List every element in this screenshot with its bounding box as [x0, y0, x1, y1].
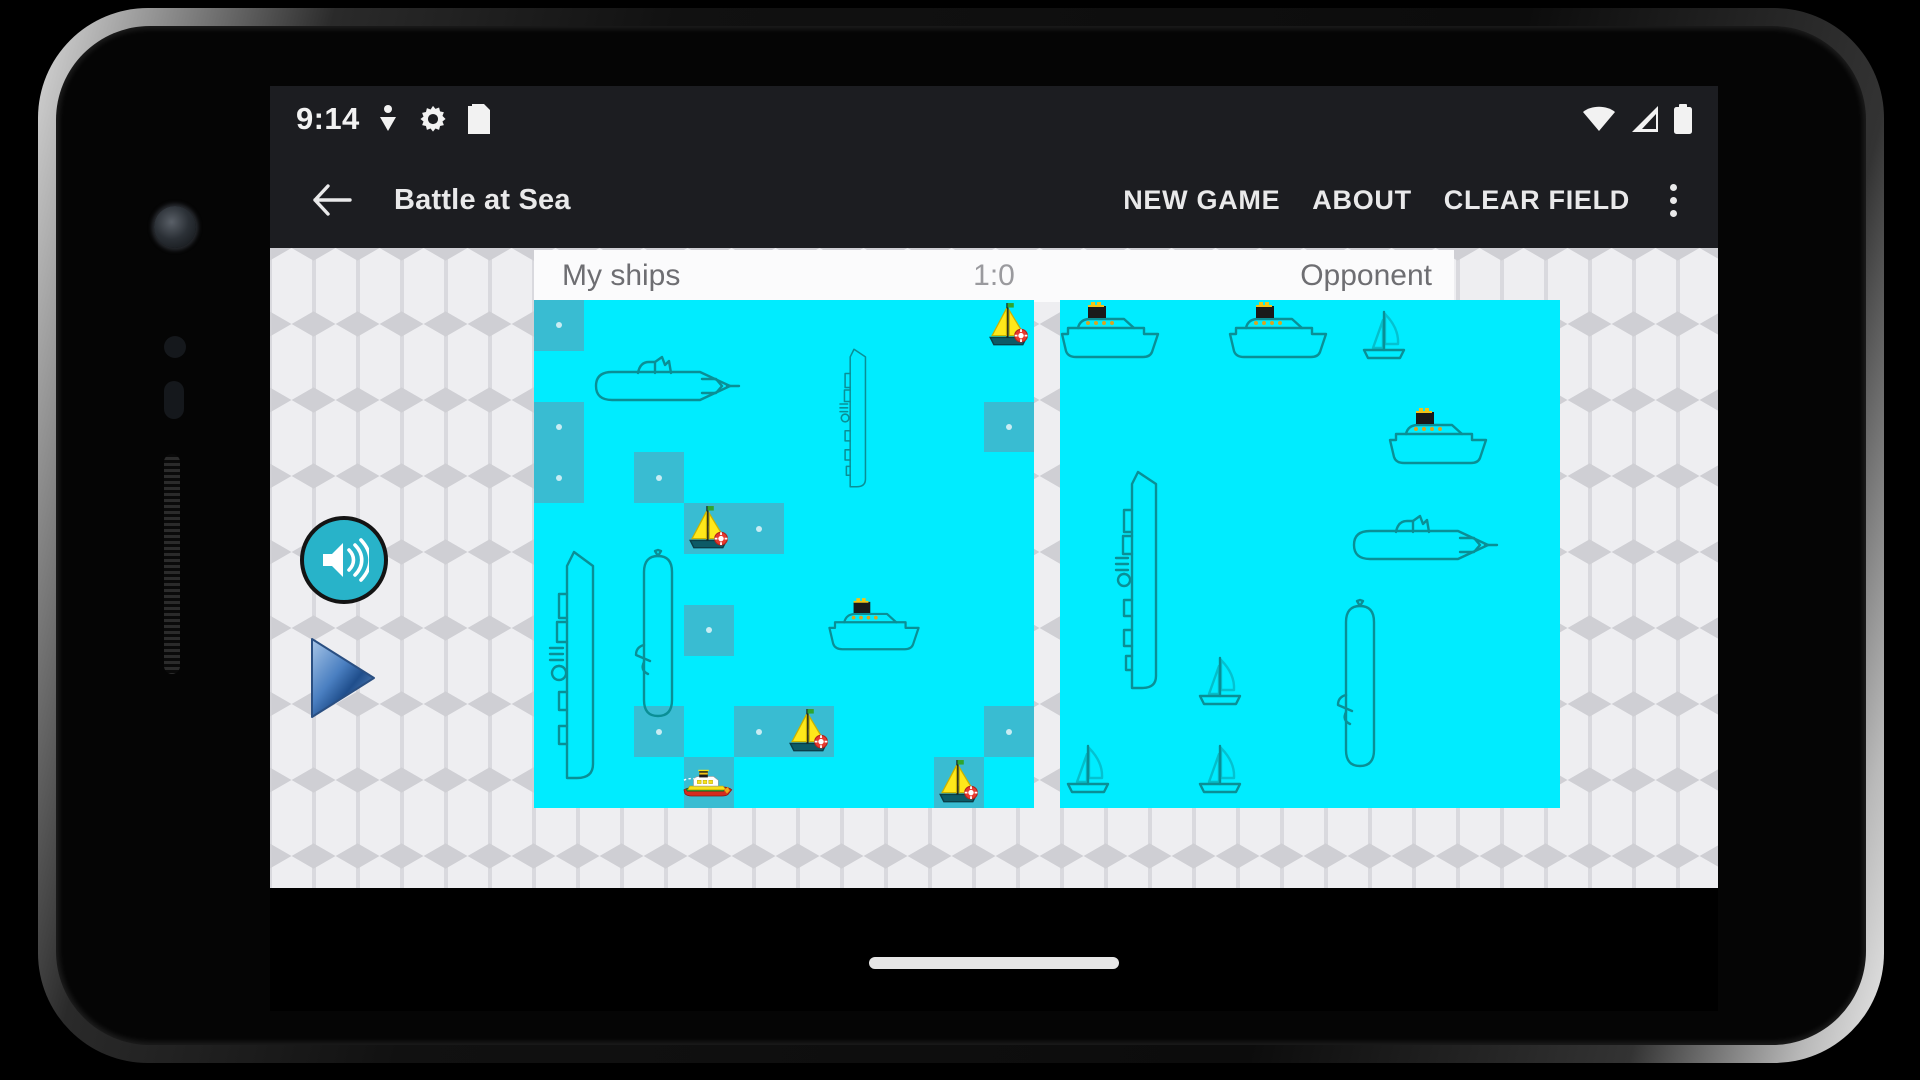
play-triangle-icon [311, 638, 375, 718]
submarine-vertical-icon[interactable] [1336, 598, 1384, 780]
speaker-volume-icon [323, 538, 369, 582]
status-left-icons [378, 104, 490, 134]
about-button[interactable]: ABOUT [1296, 175, 1428, 226]
opponent-label: Opponent [1300, 259, 1432, 292]
sailboat-small-icon[interactable] [1196, 740, 1246, 798]
sunk-sailboat-icon[interactable] [983, 300, 1034, 352]
sensor-pill-icon [164, 381, 184, 419]
page-title: Battle at Sea [394, 183, 571, 216]
score-value: 1:0 [973, 259, 1015, 292]
miss-cell[interactable] [534, 300, 584, 351]
speaker-grille-icon [164, 454, 180, 674]
motorboat-horizontal-icon[interactable] [824, 598, 924, 652]
motorboat-horizontal-icon[interactable] [1228, 302, 1328, 360]
miss-cell[interactable] [684, 604, 734, 656]
battery-icon [1674, 104, 1692, 134]
gear-icon [420, 105, 446, 132]
game-area: My ships 1:0 Opponent [270, 248, 1718, 888]
destroyer-vertical-icon[interactable] [1112, 470, 1164, 690]
miss-cell[interactable] [734, 503, 784, 554]
sound-toggle-button[interactable] [300, 516, 388, 604]
my-ships-board[interactable] [534, 300, 1034, 808]
submarine-vertical-icon[interactable] [634, 545, 682, 735]
new-game-button[interactable]: NEW GAME [1107, 175, 1296, 226]
wifi-icon [1583, 106, 1615, 131]
more-vertical-icon-dot [1669, 209, 1677, 217]
my-ships-label: My ships [562, 259, 681, 292]
android-status-bar: 9:14 [270, 86, 1718, 152]
screenshot-root: 9:14 Battle at Sea NEW GAME ABOUT CLEAR … [0, 0, 1920, 1080]
sailboat-small-icon[interactable] [1064, 740, 1114, 798]
phone-device-frame: 9:14 Battle at Sea NEW GAME ABOUT CLEAR … [38, 8, 1884, 1063]
phone-screen: 9:14 Battle at Sea NEW GAME ABOUT CLEAR … [270, 86, 1718, 1011]
more-vertical-icon-dot [1669, 196, 1677, 204]
overflow-menu-button[interactable] [1650, 172, 1696, 228]
clear-field-button[interactable]: CLEAR FIELD [1428, 175, 1646, 226]
sailboat-small-icon[interactable] [1360, 306, 1410, 364]
submarine-horizontal-icon[interactable] [1348, 514, 1499, 577]
front-camera-icon [154, 206, 196, 248]
miss-cell[interactable] [534, 401, 584, 453]
location-pin-icon [379, 105, 396, 131]
back-arrow-icon [313, 184, 352, 216]
home-gesture-pill[interactable] [869, 957, 1119, 969]
cruiser-vertical-icon[interactable] [548, 550, 600, 780]
destroyer-vertical-icon[interactable] [819, 348, 889, 488]
sailboat-small-icon[interactable] [1196, 652, 1246, 710]
sd-card-icon [467, 104, 490, 134]
sunk-sailboat-icon[interactable] [783, 705, 836, 758]
opponent-board[interactable] [1060, 300, 1560, 808]
app-bar: Battle at Sea NEW GAME ABOUT CLEAR FIELD [270, 152, 1718, 248]
proximity-sensor-icon [164, 336, 186, 358]
phone-bezel: 9:14 Battle at Sea NEW GAME ABOUT CLEAR … [56, 26, 1866, 1045]
sunk-sailboat-icon[interactable] [933, 756, 986, 808]
miss-cell[interactable] [734, 706, 784, 758]
motorboat-horizontal-icon[interactable] [1060, 302, 1160, 360]
miss-cell[interactable] [984, 706, 1034, 758]
status-right-icons [1582, 104, 1692, 134]
back-button[interactable] [306, 174, 358, 226]
android-navigation-bar [270, 888, 1718, 1011]
submarine-horizontal-icon[interactable] [590, 355, 741, 418]
score-bar: My ships 1:0 Opponent [534, 250, 1454, 302]
miss-cell[interactable] [984, 401, 1034, 453]
cellular-signal-icon [1632, 106, 1658, 132]
play-button[interactable] [306, 636, 378, 720]
miss-cell[interactable] [534, 452, 584, 504]
more-vertical-icon-dot [1669, 183, 1677, 191]
motorboat-horizontal-icon[interactable] [1388, 408, 1488, 466]
miss-cell[interactable] [634, 452, 684, 504]
damaged-tugboat-icon[interactable] [683, 756, 736, 808]
status-clock: 9:14 [296, 101, 360, 136]
sunk-sailboat-icon[interactable] [683, 502, 736, 555]
